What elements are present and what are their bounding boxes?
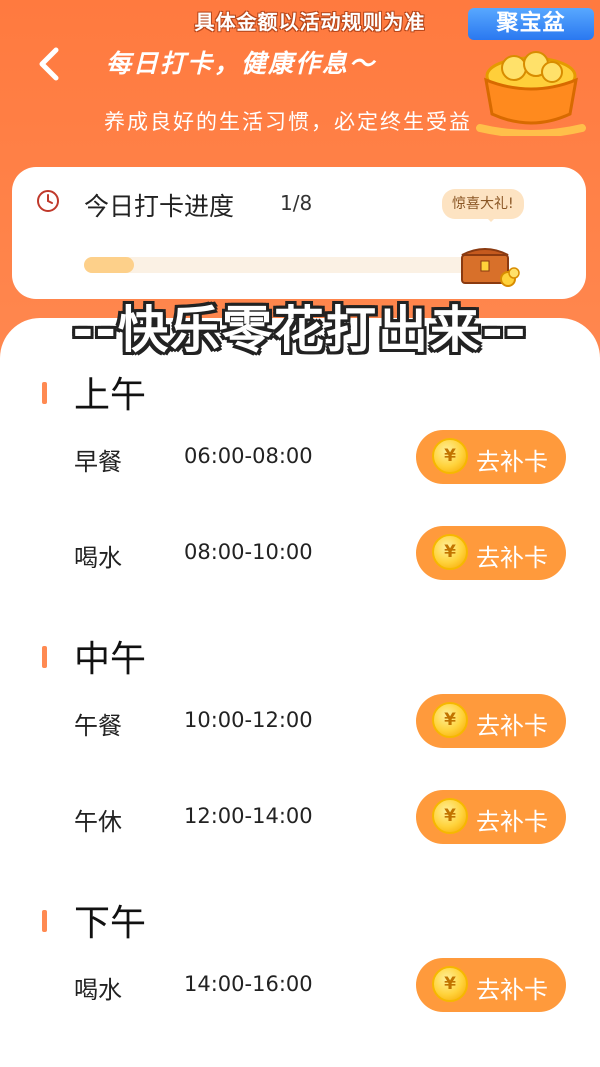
checkin-time-range: 06:00-08:00 bbox=[184, 444, 313, 468]
checkin-item-name: 喝水 bbox=[74, 976, 122, 1004]
section-title: 下午 bbox=[74, 903, 147, 944]
coin-icon: ¥ bbox=[432, 534, 468, 570]
progress-count: 1/8 bbox=[280, 191, 313, 215]
makeup-checkin-button[interactable]: ¥ 去补卡 bbox=[416, 694, 566, 748]
makeup-checkin-button[interactable]: ¥ 去补卡 bbox=[416, 526, 566, 580]
checkin-item-name: 午休 bbox=[74, 808, 122, 836]
section-accent-bar bbox=[42, 910, 47, 932]
section-title: 中午 bbox=[74, 639, 147, 680]
makeup-checkin-button[interactable]: ¥ 去补卡 bbox=[416, 958, 566, 1012]
progress-track bbox=[84, 257, 484, 273]
page-title: 每日打卡，健康作息～ bbox=[106, 49, 377, 78]
checkin-item-name: 午餐 bbox=[74, 712, 122, 740]
checkin-item-name: 喝水 bbox=[74, 544, 122, 572]
checkin-row: 喝水 14:00-16:00 ¥ 去补卡 bbox=[0, 958, 600, 1018]
checkin-time-range: 12:00-14:00 bbox=[184, 804, 313, 828]
treasure-bowl-icon bbox=[476, 51, 586, 136]
makeup-checkin-label: 去补卡 bbox=[476, 712, 548, 740]
section-accent-bar bbox=[42, 382, 47, 404]
makeup-checkin-label: 去补卡 bbox=[476, 448, 548, 476]
makeup-checkin-button[interactable]: ¥ 去补卡 bbox=[416, 430, 566, 484]
coin-icon: ¥ bbox=[432, 438, 468, 474]
treasure-chest-icon[interactable] bbox=[456, 241, 520, 287]
checkin-list: 上午 早餐 06:00-08:00 ¥ 去补卡 喝水 08:00-10:00 ¥ 去补卡 中午 午餐… bbox=[0, 318, 600, 1067]
gift-bubble: 惊喜大礼! bbox=[442, 189, 524, 222]
checkin-row: 早餐 06:00-08:00 ¥ 去补卡 bbox=[0, 430, 600, 490]
checkin-row: 喝水 08:00-10:00 ¥ 去补卡 bbox=[0, 526, 600, 586]
checkin-time-range: 10:00-12:00 bbox=[184, 708, 313, 732]
page-subtitle: 养成良好的生活习惯，必定终生受益 bbox=[104, 110, 472, 134]
makeup-checkin-label: 去补卡 bbox=[476, 808, 548, 836]
checkin-progress-card: 今日打卡进度 1/8 惊喜大礼! bbox=[12, 167, 586, 299]
coin-icon: ¥ bbox=[432, 702, 468, 738]
treasure-bowl-promo[interactable]: 聚宝盆 bbox=[468, 6, 594, 136]
section-header: 下午 bbox=[0, 894, 600, 954]
back-button[interactable] bbox=[30, 42, 70, 86]
section-title: 上午 bbox=[74, 375, 147, 416]
coin-icon: ¥ bbox=[432, 798, 468, 834]
checkin-row: 午餐 10:00-12:00 ¥ 去补卡 bbox=[0, 694, 600, 754]
section-header: 上午 bbox=[0, 366, 600, 426]
checkin-time-range: 08:00-10:00 bbox=[184, 540, 313, 564]
chevron-left-icon bbox=[39, 47, 59, 81]
checkin-row: 午休 12:00-14:00 ¥ 去补卡 bbox=[0, 790, 600, 850]
coin-icon: ¥ bbox=[432, 966, 468, 1002]
overlay-caption: --快乐零花打出来-- bbox=[72, 301, 528, 359]
section-header: 中午 bbox=[0, 630, 600, 690]
checkin-time-range: 14:00-16:00 bbox=[184, 972, 313, 996]
progress-label: 今日打卡进度 bbox=[84, 192, 235, 221]
makeup-checkin-label: 去补卡 bbox=[476, 544, 548, 572]
section-accent-bar bbox=[42, 646, 47, 668]
progress-fill bbox=[84, 257, 134, 273]
makeup-checkin-label: 去补卡 bbox=[476, 976, 548, 1004]
clock-icon bbox=[37, 190, 59, 212]
makeup-checkin-button[interactable]: ¥ 去补卡 bbox=[416, 790, 566, 844]
rules-disclaimer: 具体金额以活动规则为准 bbox=[194, 10, 426, 34]
checkin-item-name: 早餐 bbox=[74, 448, 122, 476]
